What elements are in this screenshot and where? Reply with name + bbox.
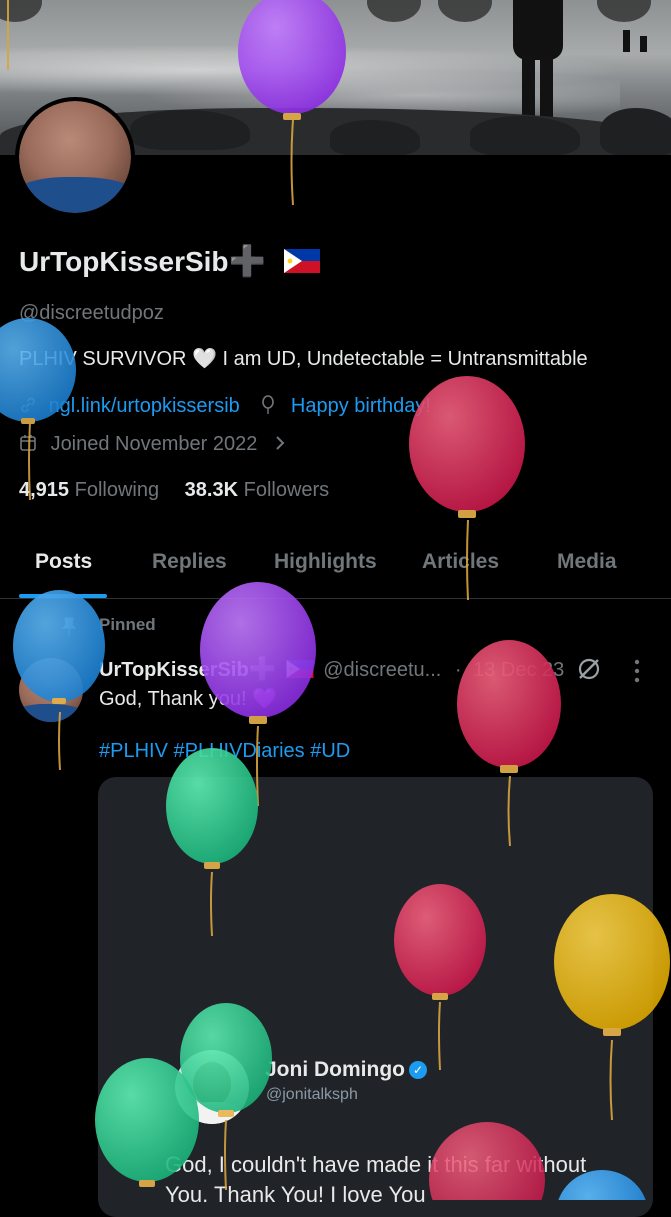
verified-badge-icon: ✓	[409, 1061, 427, 1079]
post-date[interactable]: 13 Dec 23	[473, 659, 564, 681]
tab-articles[interactable]: Articles	[422, 550, 499, 574]
post-author-avatar[interactable]	[19, 658, 83, 722]
banner-person-leg	[540, 56, 553, 120]
birthday-text[interactable]: Happy birthday!	[291, 395, 431, 417]
profile-meta-links: ngl.link/urtopkissersib Happy birthday!	[19, 395, 431, 418]
pin-icon	[61, 617, 77, 636]
display-name-text: UrTopKisserSib	[19, 246, 229, 277]
tab-posts[interactable]: Posts	[35, 550, 92, 574]
post-author-handle[interactable]: @discreetu...	[323, 659, 441, 681]
profile-bio: PLHIV SURVIVOR 🤍 I am UD, Undetectable =…	[19, 348, 588, 370]
tab-highlights[interactable]: Highlights	[274, 550, 377, 574]
avatar-photo	[19, 101, 131, 213]
link-icon	[21, 397, 35, 413]
calendar-icon	[20, 435, 36, 451]
avatar-face	[193, 1062, 231, 1106]
banner-person	[513, 0, 563, 60]
following-link[interactable]: 4,915 Following	[19, 479, 159, 501]
joined-row[interactable]: Joined November 2022	[19, 433, 287, 456]
followers-count: 38.3K	[184, 479, 239, 501]
plus-icon: ➕	[228, 245, 266, 278]
search-button[interactable]	[367, 0, 421, 22]
back-button[interactable]	[0, 0, 42, 22]
profile-handle: @discreetudpoz	[19, 302, 164, 324]
banner-rock	[600, 108, 671, 155]
profile-link[interactable]: ngl.link/urtopkissersib	[49, 395, 240, 417]
banner-person-leg	[522, 56, 535, 120]
quoted-author-handle: @jonitalksph	[266, 1086, 358, 1103]
tab-media[interactable]: Media	[557, 550, 617, 574]
more-icon[interactable]	[632, 658, 642, 684]
post-separator: ·	[454, 659, 462, 681]
profile-stats: 4,915 Following 38.3K Followers	[19, 479, 329, 502]
quoted-author-name-text: Joni Domingo	[265, 1058, 405, 1081]
avatar-clothing	[183, 1102, 241, 1124]
more-options-button[interactable]	[597, 0, 651, 22]
pinned-label: Pinned	[99, 615, 156, 634]
chevron-right-icon	[276, 436, 285, 450]
banner-rock	[330, 120, 420, 155]
banner-post	[640, 36, 647, 52]
quoted-author-name: Joni Domingo ✓	[265, 1058, 427, 1082]
avatar-clothing	[19, 704, 83, 722]
tabs-divider	[0, 598, 671, 599]
plus-icon: ➕	[248, 656, 277, 681]
post-text: God, Thank you! 💜	[99, 688, 277, 710]
flag-ph-icon	[286, 660, 314, 678]
quoted-author-avatar[interactable]	[175, 1050, 249, 1124]
joined-text: Joined November 2022	[50, 433, 258, 455]
post-hashtags[interactable]: #PLHIV #PLHIVDiaries #UD	[99, 740, 350, 763]
flag-ph-icon	[283, 249, 320, 273]
banner-rock	[130, 110, 250, 150]
post-author-name[interactable]: UrTopKisserSib	[99, 659, 249, 681]
avatar-clothing	[19, 177, 131, 213]
quoted-post-text: God, I couldn't have made it this far wi…	[165, 1152, 587, 1207]
grok-icon[interactable]	[576, 656, 602, 682]
following-count: 4,915	[19, 479, 70, 501]
followers-label: Followers	[243, 479, 330, 501]
profile-avatar[interactable]	[15, 97, 135, 217]
post-header: UrTopKisserSib➕ @discreetu... · 13 Dec 2…	[99, 656, 564, 682]
display-name: UrTopKisserSib➕	[19, 244, 320, 279]
balloon-icon	[262, 395, 275, 414]
tab-replies[interactable]: Replies	[152, 550, 227, 574]
following-label: Following	[74, 479, 160, 501]
followers-link[interactable]: 38.3K Followers	[185, 479, 330, 501]
share-button[interactable]	[438, 0, 492, 22]
banner-post	[623, 30, 630, 52]
